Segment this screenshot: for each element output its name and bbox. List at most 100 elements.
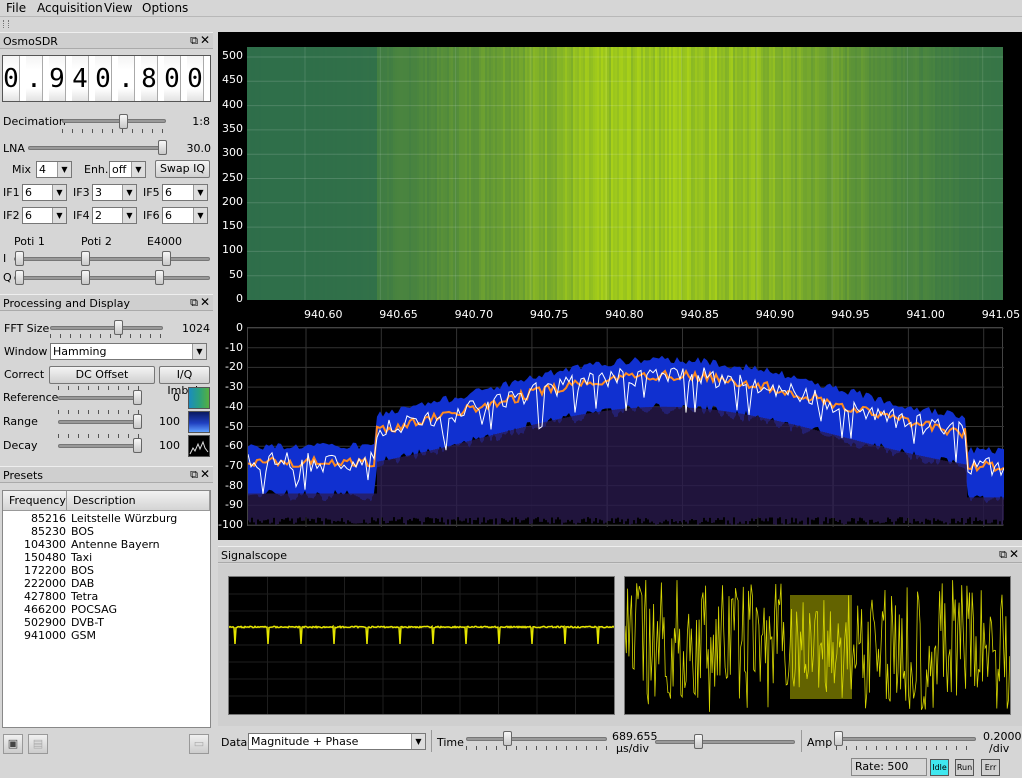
menu-bar: File Acquisition View Options bbox=[0, 0, 1022, 17]
decimation-slider[interactable] bbox=[62, 119, 166, 123]
table-row[interactable]: 172200 BOS bbox=[3, 564, 210, 577]
freq-digit[interactable]: 0 bbox=[187, 56, 204, 101]
amp-slider-handle[interactable] bbox=[834, 731, 843, 746]
spectrum-display[interactable] bbox=[247, 327, 1005, 527]
freq-digit[interactable]: 0 bbox=[3, 56, 20, 101]
if5-select[interactable]: 6 ▼ bbox=[162, 184, 208, 201]
waterfall-x-tick: 940.90 bbox=[755, 308, 795, 321]
menu-file[interactable]: File bbox=[6, 1, 26, 15]
waterfall-column bbox=[437, 47, 439, 300]
waterfall-column bbox=[955, 47, 957, 300]
fft-size-slider[interactable] bbox=[50, 326, 163, 330]
waterfall-column bbox=[477, 47, 479, 300]
range-slider-handle[interactable] bbox=[133, 414, 142, 429]
table-row[interactable]: 502900 DVB-T bbox=[3, 616, 210, 629]
window-select[interactable]: Hamming ▼ bbox=[50, 343, 207, 360]
if6-select[interactable]: 6 ▼ bbox=[162, 207, 208, 224]
i-poti2-handle[interactable] bbox=[81, 251, 90, 266]
range-slider[interactable] bbox=[58, 420, 142, 424]
freq-digit[interactable]: 0 bbox=[164, 56, 181, 101]
table-row[interactable]: 150480 Taxi bbox=[3, 551, 210, 564]
float-icon[interactable]: ⧉ bbox=[999, 548, 1007, 562]
waterfall-column bbox=[385, 47, 387, 300]
table-row[interactable]: 222000 DAB bbox=[3, 577, 210, 590]
waterfall-column bbox=[799, 47, 801, 300]
menu-acquisition[interactable]: Acquisition bbox=[37, 1, 103, 15]
reference-slider[interactable] bbox=[58, 396, 142, 400]
magnitude-scope[interactable] bbox=[228, 576, 615, 715]
decay-slider-handle[interactable] bbox=[133, 438, 142, 453]
waterfall-column bbox=[787, 47, 789, 300]
time-slider[interactable] bbox=[466, 737, 607, 741]
if3-select[interactable]: 3 ▼ bbox=[92, 184, 137, 201]
i-e4000-handle[interactable] bbox=[162, 251, 171, 266]
fft-size-slider-handle[interactable] bbox=[114, 320, 123, 335]
freq-digit[interactable]: 4 bbox=[72, 56, 89, 101]
phase-scope[interactable] bbox=[624, 576, 1011, 715]
table-row[interactable]: 466200 POCSAG bbox=[3, 603, 210, 616]
toolbar-grip[interactable] bbox=[3, 20, 9, 28]
table-row[interactable]: 941000 GSM bbox=[3, 629, 210, 642]
waterfall-column bbox=[345, 47, 347, 300]
lna-slider-handle[interactable] bbox=[158, 140, 167, 155]
if1-select[interactable]: 6 ▼ bbox=[22, 184, 67, 201]
data-select[interactable]: Magnitude + Phase ▼ bbox=[248, 733, 426, 750]
delete-preset-icon[interactable]: ▤ bbox=[28, 734, 48, 754]
table-row[interactable]: 85216 Leitstelle Würzburg bbox=[3, 512, 210, 525]
if2-select[interactable]: 6 ▼ bbox=[22, 207, 67, 224]
frequency-display[interactable]: 0 . 9 4 0 . 8 0 0 bbox=[2, 55, 211, 102]
time-slider-handle[interactable] bbox=[503, 731, 512, 746]
float-icon[interactable]: ⧉ bbox=[190, 296, 198, 310]
freq-digit[interactable]: 0 bbox=[95, 56, 112, 101]
preset-frequency: 104300 bbox=[24, 538, 66, 551]
waterfall-column bbox=[567, 47, 569, 300]
table-row[interactable]: 427800 Tetra bbox=[3, 590, 210, 603]
waterfall-column bbox=[485, 47, 487, 300]
swap-iq-button[interactable]: Swap IQ bbox=[155, 160, 210, 178]
waterfall-column bbox=[301, 47, 303, 300]
close-icon[interactable]: ✕ bbox=[1009, 547, 1019, 561]
range-value: 100 bbox=[159, 415, 180, 428]
reference-slider-handle[interactable] bbox=[133, 390, 142, 405]
float-icon[interactable]: ⧉ bbox=[190, 468, 198, 482]
time-fine-slider-handle[interactable] bbox=[694, 734, 703, 749]
dc-offset-button[interactable]: DC Offset bbox=[49, 366, 155, 384]
table-row[interactable]: 85230 BOS bbox=[3, 525, 210, 538]
preset-frequency: 85216 bbox=[31, 512, 66, 525]
time-fine-slider[interactable] bbox=[655, 740, 795, 744]
waterfall-column bbox=[509, 47, 511, 300]
q-slider[interactable] bbox=[14, 276, 210, 280]
table-row[interactable]: 104300 Antenne Bayern bbox=[3, 538, 210, 551]
i-slider[interactable] bbox=[14, 257, 210, 261]
amp-slider[interactable] bbox=[836, 737, 976, 741]
i-poti1-handle[interactable] bbox=[15, 251, 24, 266]
decay-slider[interactable] bbox=[58, 444, 142, 448]
menu-view[interactable]: View bbox=[104, 1, 132, 15]
float-icon[interactable]: ⧉ bbox=[190, 34, 198, 48]
if-label: IF2 bbox=[3, 209, 20, 222]
col-frequency-header[interactable]: Frequency bbox=[3, 491, 67, 511]
waterfall-column bbox=[399, 47, 401, 300]
freq-digit[interactable]: 9 bbox=[49, 56, 66, 101]
q-e4000-handle[interactable] bbox=[155, 270, 164, 285]
close-icon[interactable]: ✕ bbox=[200, 33, 210, 47]
mix-select[interactable]: 4 ▼ bbox=[36, 161, 72, 178]
load-preset-icon[interactable]: ▭ bbox=[189, 734, 209, 754]
waterfall-column bbox=[687, 47, 689, 300]
q-poti2-handle[interactable] bbox=[81, 270, 90, 285]
chevron-down-icon: ▼ bbox=[57, 162, 71, 177]
q-poti1-handle[interactable] bbox=[15, 270, 24, 285]
lna-slider[interactable] bbox=[28, 146, 166, 150]
waterfall-display[interactable] bbox=[247, 47, 1003, 300]
waterfall-column bbox=[309, 47, 311, 300]
freq-digit[interactable]: 8 bbox=[141, 56, 158, 101]
col-description-header[interactable]: Description bbox=[67, 491, 210, 511]
if4-select[interactable]: 2 ▼ bbox=[92, 207, 137, 224]
waterfall-column bbox=[999, 47, 1001, 300]
save-preset-icon[interactable]: ▣ bbox=[3, 734, 23, 754]
menu-options[interactable]: Options bbox=[142, 1, 188, 15]
decimation-slider-handle[interactable] bbox=[119, 114, 128, 129]
presets-table[interactable]: Frequency Description 85216 Leitstelle Wü… bbox=[2, 490, 211, 728]
enh-select[interactable]: off ▼ bbox=[109, 161, 146, 178]
waterfall-column bbox=[671, 47, 673, 300]
